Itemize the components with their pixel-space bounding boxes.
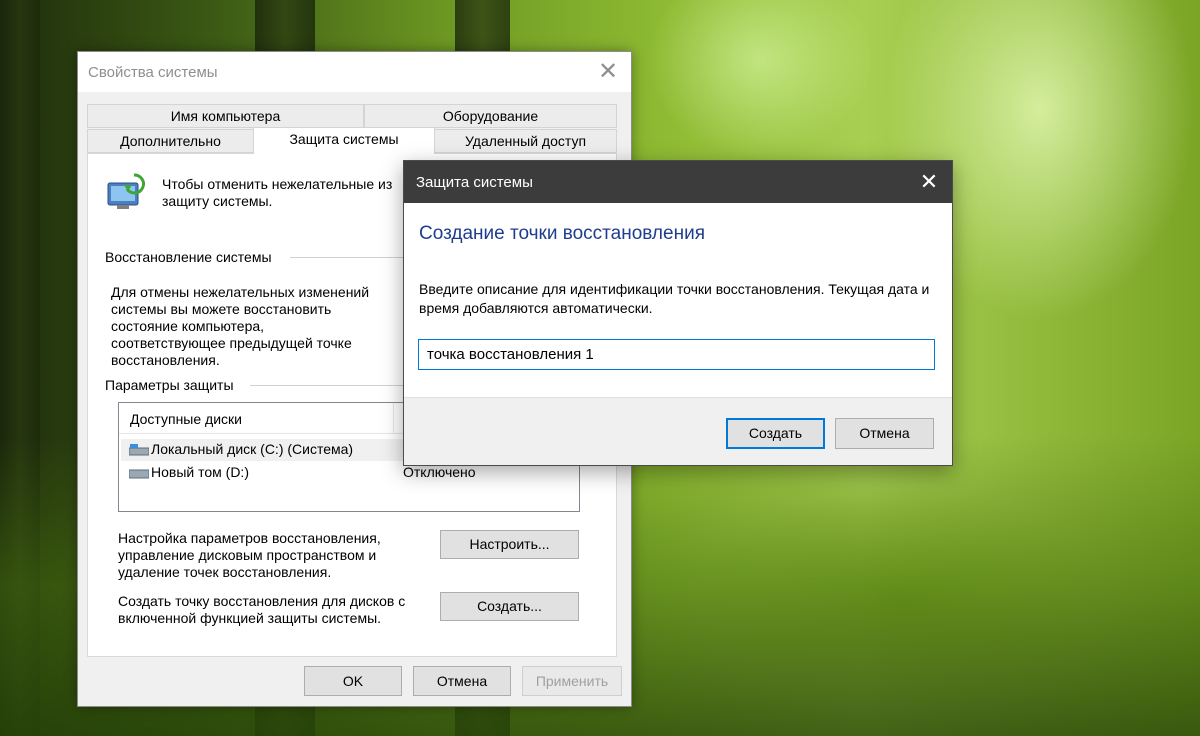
dialog-title: Защита системы bbox=[416, 174, 533, 191]
create-button[interactable]: Создать bbox=[726, 418, 825, 449]
create-desc-line: включенной функцией защиты системы. bbox=[118, 610, 382, 626]
system-restore-icon bbox=[107, 173, 145, 209]
cancel-button[interactable]: Отмена bbox=[835, 418, 934, 449]
protection-section-label: Параметры защиты bbox=[105, 377, 234, 393]
column-header-disks[interactable]: Доступные диски bbox=[130, 411, 242, 428]
drive-icon bbox=[129, 469, 149, 479]
tab-hardware[interactable]: Оборудование bbox=[364, 104, 617, 128]
intro-text-2: защиту системы. bbox=[162, 193, 273, 209]
intro-text: Чтобы отменить нежелательные из bbox=[162, 176, 393, 192]
cancel-button[interactable]: Отмена bbox=[413, 666, 511, 696]
restore-desc-line: соответствующее предыдущей точке bbox=[111, 335, 352, 351]
restore-section-label: Восстановление системы bbox=[105, 249, 272, 265]
column-separator bbox=[393, 403, 394, 433]
configure-button[interactable]: Настроить... bbox=[440, 530, 579, 559]
ok-button[interactable]: OK bbox=[304, 666, 402, 696]
dialog-body: Создание точки восстановления Введите оп… bbox=[404, 203, 952, 397]
window-title: Свойства системы bbox=[88, 64, 218, 81]
title-bar: Свойства системы ✕ bbox=[78, 52, 631, 92]
restore-desc-line: состояние компьютера, bbox=[111, 318, 265, 334]
dialog-heading: Создание точки восстановления bbox=[419, 223, 705, 244]
configure-desc-line: управление дисковым пространством и bbox=[118, 547, 377, 563]
disk-name: Новый том (D:) bbox=[151, 464, 249, 480]
create-desc-line: Создать точку восстановления для дисков … bbox=[118, 593, 406, 609]
system-drive-icon bbox=[129, 444, 149, 456]
restore-desc-line: восстановления. bbox=[111, 352, 220, 368]
footer-divider bbox=[404, 397, 952, 398]
tab-remote[interactable]: Удаленный доступ bbox=[434, 129, 617, 153]
close-button[interactable]: ✕ bbox=[585, 52, 631, 92]
tab-computer-name[interactable]: Имя компьютера bbox=[87, 104, 364, 128]
disk-name: Локальный диск (C:) (Система) bbox=[151, 441, 354, 457]
create-restore-point-dialog: Защита системы ✕ Создание точки восстано… bbox=[403, 160, 953, 466]
dialog-title-bar: Защита системы ✕ bbox=[404, 161, 952, 203]
close-button[interactable]: ✕ bbox=[906, 161, 952, 203]
disk-status: Отключено bbox=[403, 464, 476, 480]
restore-desc-line: Для отмены нежелательных изменений bbox=[111, 284, 370, 300]
configure-desc-line: удаление точек восстановления. bbox=[118, 564, 332, 580]
apply-button: Применить bbox=[522, 666, 622, 696]
tab-system-protection[interactable]: Защита системы bbox=[253, 127, 435, 154]
dialog-description: Введите описание для идентификации точки… bbox=[419, 281, 930, 316]
restore-desc-line: системы вы можете восстановить bbox=[111, 301, 332, 317]
restore-point-description-input[interactable] bbox=[418, 339, 935, 370]
configure-desc-line: Настройка параметров восстановления, bbox=[118, 530, 381, 546]
tab-advanced[interactable]: Дополнительно bbox=[87, 129, 254, 153]
create-restore-point-button[interactable]: Создать... bbox=[440, 592, 579, 621]
